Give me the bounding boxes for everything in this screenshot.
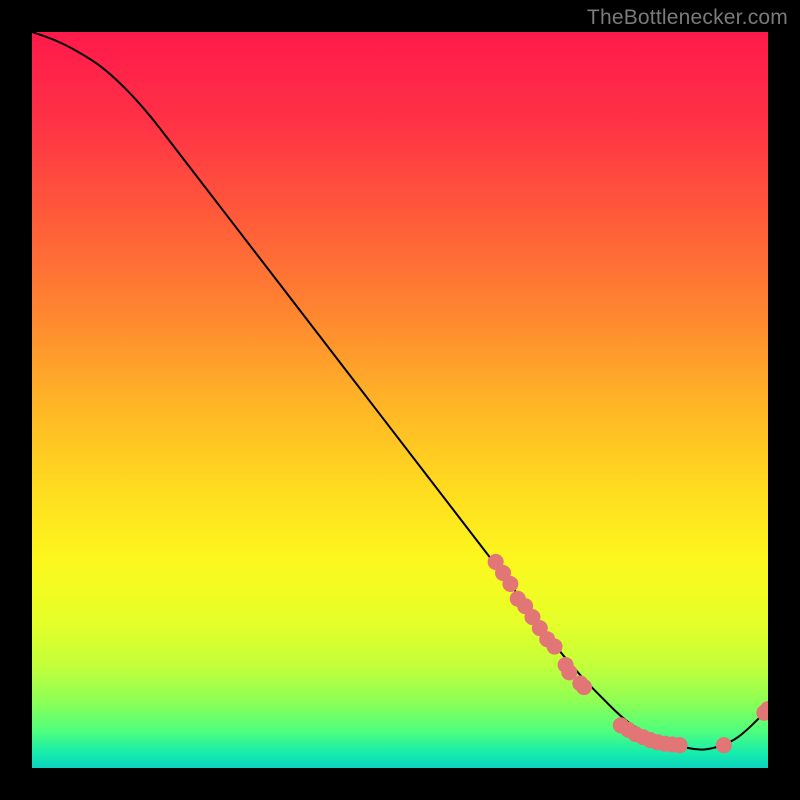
chart-svg: [32, 32, 768, 768]
data-point: [547, 639, 563, 655]
data-point: [716, 737, 732, 753]
chart-plot-area: [32, 32, 768, 768]
gradient-background: [32, 32, 768, 768]
data-point: [672, 737, 688, 753]
data-point: [576, 679, 592, 695]
watermark-text: TheBottlenecker.com: [587, 6, 788, 30]
data-point: [502, 576, 518, 592]
